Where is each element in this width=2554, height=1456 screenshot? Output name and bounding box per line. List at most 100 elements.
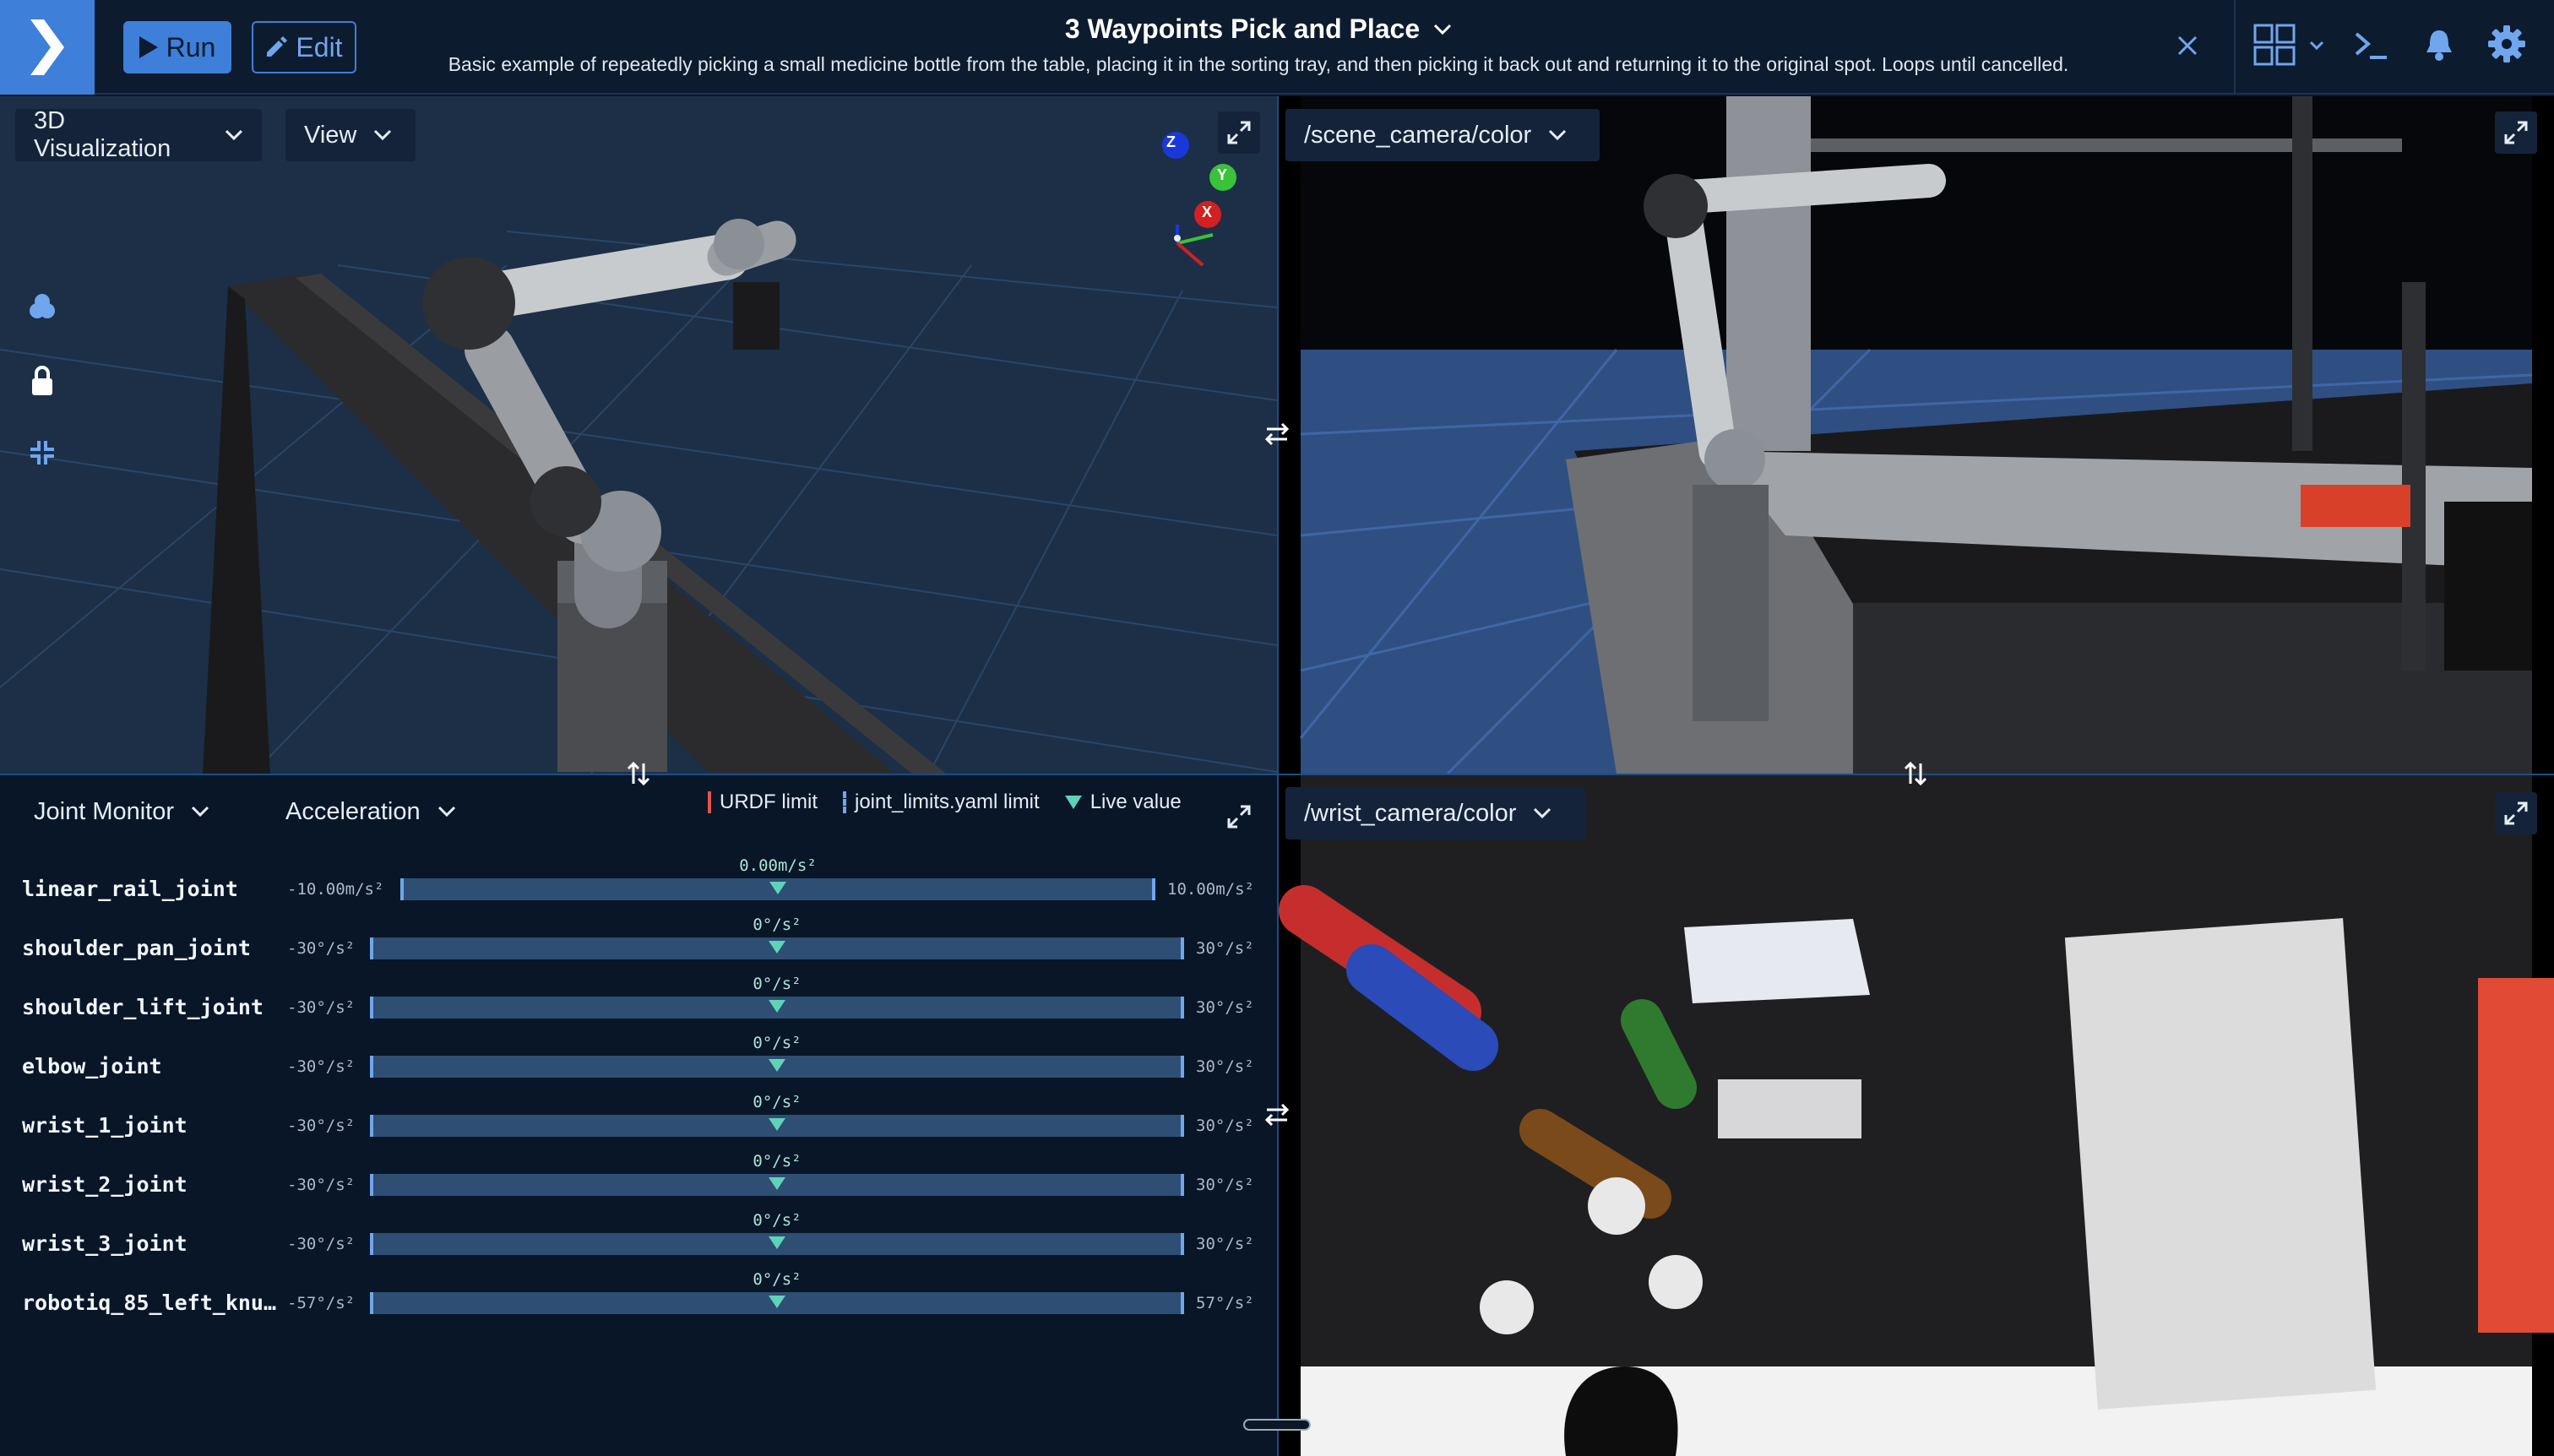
- joint-name: linear_rail_joint: [22, 877, 238, 901]
- viz-toolbar: [25, 291, 59, 470]
- joint-min-limit: -57°/s²: [287, 1294, 356, 1312]
- terminal-button[interactable]: [2353, 29, 2390, 67]
- joint-live-value: 0°/s²: [753, 1034, 802, 1052]
- joint-min-limit: -30°/s²: [287, 1235, 356, 1253]
- expand-scene-camera-button[interactable]: [2495, 111, 2537, 154]
- joint-max-limit: 57°/s²: [1196, 1294, 1254, 1312]
- urdf-limit-swatch: [708, 791, 711, 813]
- joint-monitor-panel: Joint Monitor Acceleration linear_rail_j…: [0, 775, 1277, 1456]
- terminal-icon: [2355, 32, 2387, 59]
- collapse-icon[interactable]: [25, 436, 59, 470]
- top-bar-divider: [2234, 0, 2236, 95]
- joint-row: shoulder_lift_joint -30°/s² 0°/s² 30°/s²: [0, 973, 1277, 1032]
- legend-live: Live value: [1064, 790, 1182, 814]
- swap-horizontal-top-button[interactable]: [1263, 421, 1291, 452]
- lock-icon[interactable]: [25, 363, 59, 397]
- expand-wrist-camera-button[interactable]: [2495, 792, 2537, 834]
- live-value-marker-icon: [769, 1177, 785, 1190]
- panel-type-dropdown[interactable]: Joint Monitor: [15, 785, 228, 838]
- wrist-camera-topic-dropdown[interactable]: /wrist_camera/color: [1285, 787, 1586, 839]
- joint-live-value: 0°/s²: [753, 1211, 802, 1230]
- chevron-down-icon: [191, 806, 209, 818]
- joint-row: elbow_joint -30°/s² 0°/s² 30°/s²: [0, 1032, 1277, 1091]
- wrist-camera-image: [1279, 775, 2554, 1456]
- scene-camera-panel[interactable]: /scene_camera/color: [1279, 96, 2554, 774]
- yaml-limit-swatch: [842, 791, 846, 813]
- joint-name: shoulder_lift_joint: [22, 995, 264, 1019]
- swap-horizontal-bottom-button[interactable]: [1263, 1101, 1291, 1133]
- live-value-marker-icon: [1064, 796, 1082, 809]
- scene-camera-topic-dropdown[interactable]: /scene_camera/color: [1285, 109, 1600, 161]
- expand-icon: [1227, 121, 1251, 144]
- live-value-marker-icon: [769, 941, 785, 953]
- wrist-camera-panel[interactable]: /wrist_camera/color: [1279, 775, 2554, 1456]
- expand-icon: [2504, 801, 2528, 825]
- edit-button-label: Edit: [296, 31, 343, 62]
- scene-camera-image: [1279, 96, 2554, 774]
- joint-min-limit: -30°/s²: [287, 1116, 356, 1135]
- monitor-mode-dropdown[interactable]: Acceleration: [267, 785, 475, 838]
- scene-camera-topic-label: /scene_camera/color: [1304, 121, 1532, 149]
- joint-name: robotiq_85_left_knu…: [22, 1290, 277, 1315]
- joint-min-limit: -10.00m/s²: [287, 880, 384, 899]
- settings-button[interactable]: [2488, 25, 2525, 67]
- joint-live-value: 0°/s²: [753, 1152, 802, 1171]
- swap-vertical-icon: [1904, 761, 1927, 786]
- joint-max-limit: 30°/s²: [1196, 998, 1254, 1017]
- expand-joint-monitor-button[interactable]: [1218, 796, 1260, 838]
- objective-title: 3 Waypoints Pick and Place: [1064, 14, 1421, 44]
- chevron-down-icon: [1434, 24, 1452, 35]
- monitor-mode-label: Acceleration: [285, 797, 421, 825]
- live-value-marker-icon: [769, 1000, 785, 1013]
- joint-name: wrist_2_joint: [22, 1172, 187, 1197]
- panel-resize-handle[interactable]: [1243, 1419, 1311, 1431]
- axis-y-label: Y: [1217, 166, 1228, 183]
- swap-vertical-left-button[interactable]: [625, 760, 652, 791]
- notifications-button[interactable]: [2424, 27, 2454, 67]
- joint-monitor-legend: URDF limit joint_limits.yaml limit Live …: [708, 790, 1182, 814]
- chevron-down-icon: [374, 129, 392, 141]
- visualization-panel[interactable]: Z Y X 3D Visualization View: [0, 96, 1277, 774]
- robot-3d-view[interactable]: [0, 96, 1277, 774]
- live-value-marker-icon: [769, 1296, 785, 1308]
- robot-model-icon[interactable]: [25, 291, 59, 324]
- chevron-down-icon: [1549, 129, 1567, 141]
- axis-z-label: Z: [1166, 133, 1176, 150]
- edit-button[interactable]: Edit: [252, 21, 356, 73]
- view-type-dropdown[interactable]: 3D Visualization: [15, 107, 262, 162]
- objective-description: Basic example of repeatedly picking a sm…: [448, 53, 2069, 75]
- run-button-label: Run: [166, 31, 216, 62]
- joint-min-limit: -30°/s²: [287, 1057, 356, 1076]
- close-objective-button[interactable]: [2171, 29, 2204, 62]
- vertical-pane-divider[interactable]: [1277, 96, 1279, 1456]
- joint-max-limit: 30°/s²: [1196, 939, 1254, 958]
- joint-monitor-label: Joint Monitor: [34, 797, 175, 825]
- bell-icon: [2426, 30, 2452, 61]
- swap-vertical-right-button[interactable]: [1902, 760, 1929, 791]
- live-value-marker-icon: [769, 1236, 785, 1249]
- app-logo[interactable]: [0, 0, 95, 95]
- joint-live-value: 0°/s²: [753, 975, 802, 993]
- joint-row: wrist_2_joint -30°/s² 0°/s² 30°/s²: [0, 1150, 1277, 1209]
- horizontal-pane-divider[interactable]: [0, 774, 2554, 775]
- joint-live-value: 0°/s²: [753, 1093, 802, 1111]
- joint-live-value: 0°/s²: [753, 1270, 802, 1289]
- joint-min-limit: -30°/s²: [287, 939, 356, 958]
- joint-max-limit: 30°/s²: [1196, 1057, 1254, 1076]
- expand-icon: [1227, 805, 1251, 829]
- joint-live-value: 0.00m/s²: [739, 856, 817, 875]
- objective-title-dropdown[interactable]: 3 Waypoints Pick and Place: [1065, 14, 1452, 45]
- objective-header: 3 Waypoints Pick and Place Basic example…: [372, 14, 2145, 76]
- layout-menu-button[interactable]: [2253, 24, 2329, 72]
- joint-row: linear_rail_joint -10.00m/s² 0.00m/s² 10.00…: [0, 855, 1277, 914]
- joint-name: wrist_3_joint: [22, 1231, 187, 1256]
- view-menu-dropdown[interactable]: View: [285, 109, 416, 161]
- expand-viz-button[interactable]: [1218, 111, 1260, 154]
- joint-max-limit: 30°/s²: [1196, 1176, 1254, 1194]
- joint-row: robotiq_85_left_knu… -57°/s² 0°/s² 57°/s²: [0, 1269, 1277, 1328]
- run-button[interactable]: Run: [123, 21, 231, 73]
- swap-horizontal-icon: [1264, 1103, 1290, 1127]
- joint-max-limit: 30°/s²: [1196, 1235, 1254, 1253]
- grid-layout-icon: [2253, 24, 2324, 66]
- axis-x-label: X: [1202, 204, 1213, 220]
